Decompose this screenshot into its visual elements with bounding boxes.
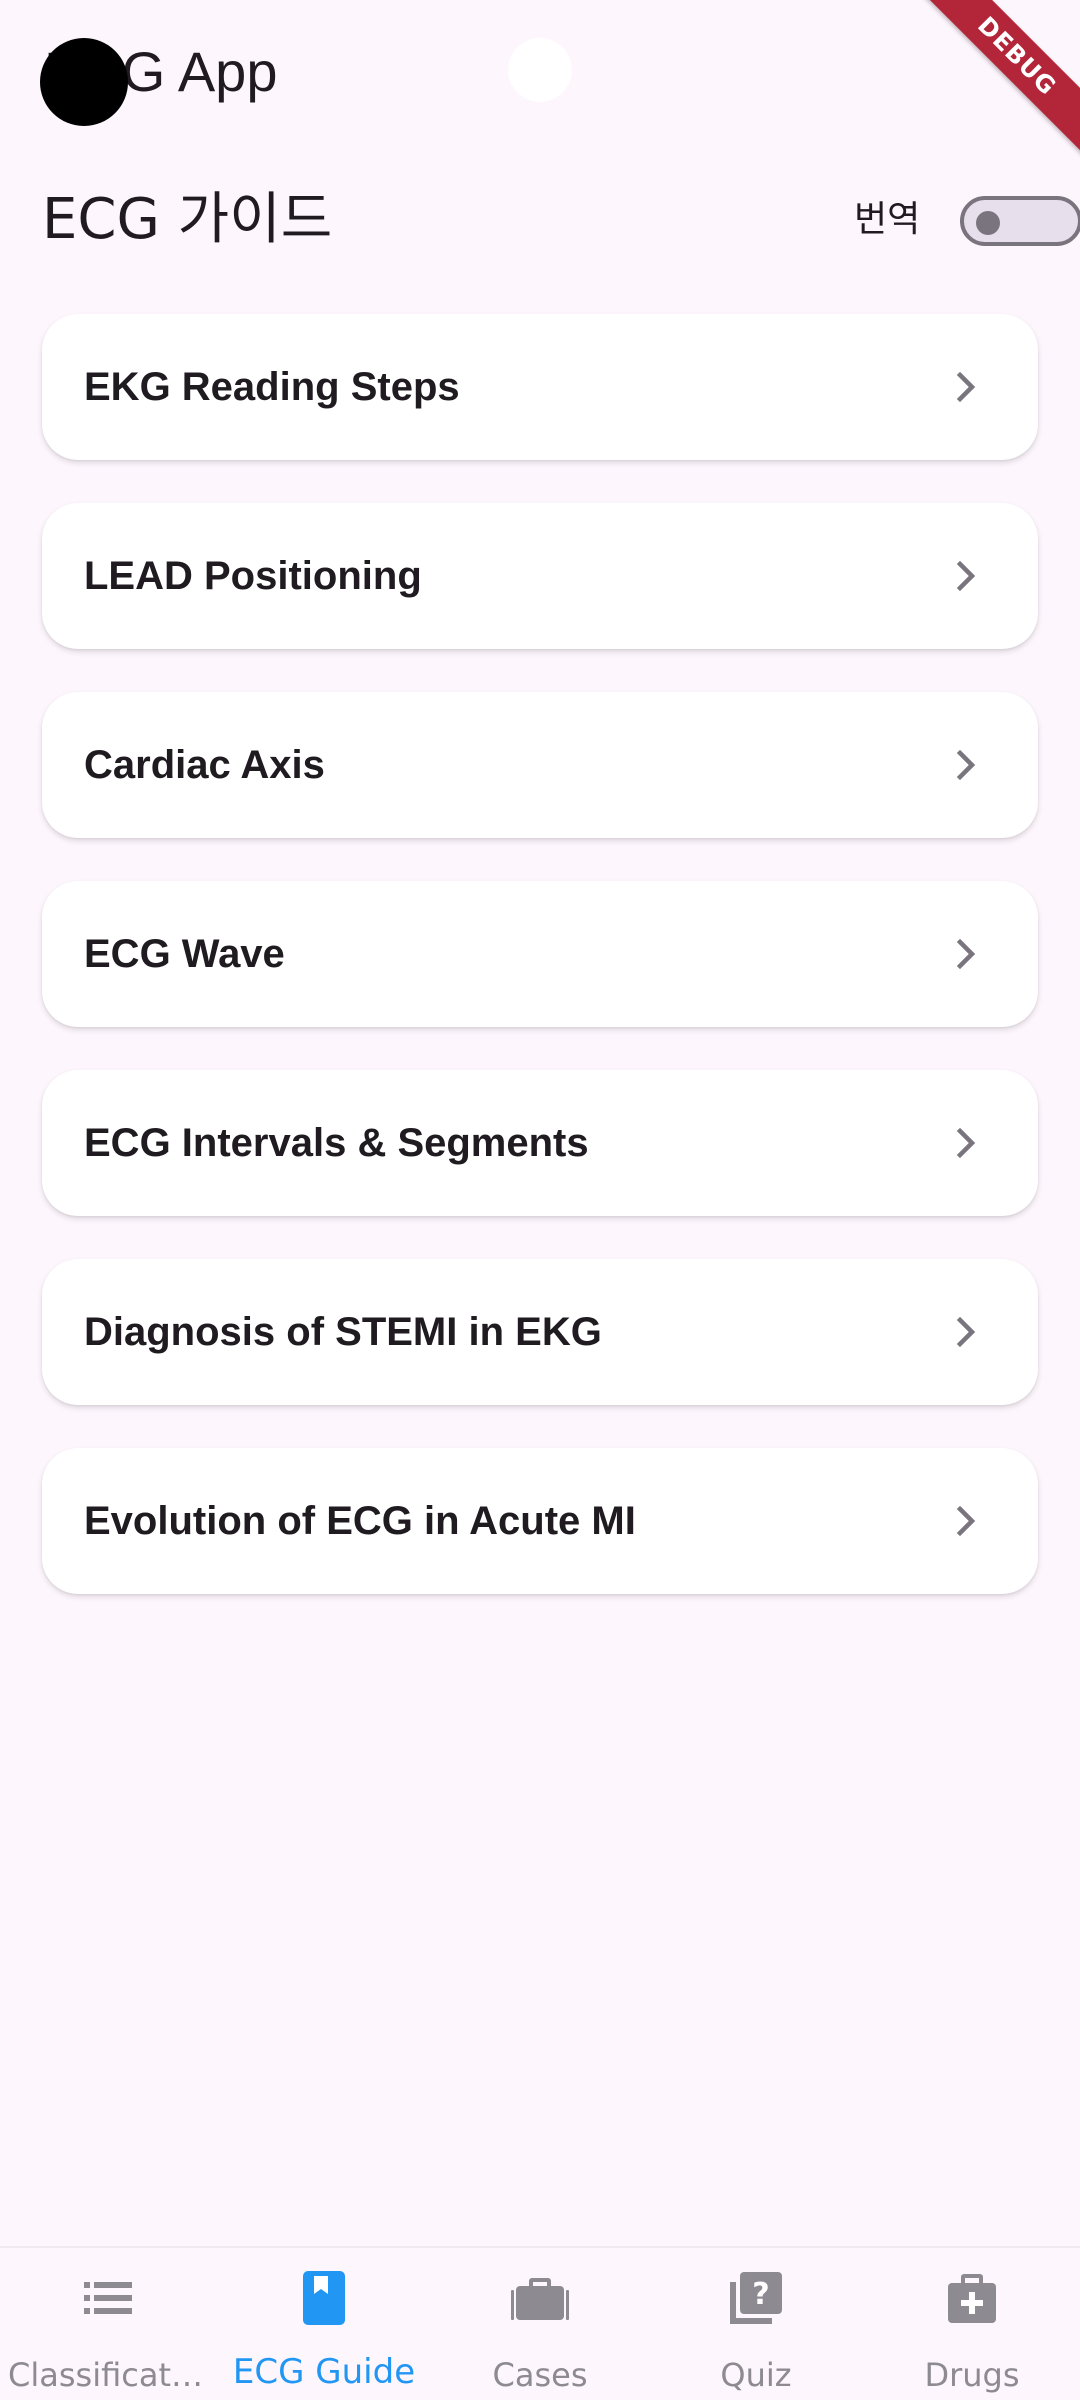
nav-label: ECG Guide: [232, 2352, 416, 2392]
guide-list: EKG Reading Steps LEAD Positioning Cardi…: [42, 314, 1038, 1637]
nav-item-cases[interactable]: Cases: [432, 2248, 648, 2400]
screen: ECG App DEBUG ECG 가이드 번역 EKG Reading Ste…: [0, 0, 1080, 2400]
nav-item-ecg-guide[interactable]: ECG Guide: [216, 2248, 432, 2400]
debug-banner: DEBUG: [913, 0, 1080, 160]
translate-toggle[interactable]: [960, 196, 1080, 246]
nav-item-classification[interactable]: Classification: [0, 2248, 216, 2400]
guide-item-label: ECG Wave: [84, 931, 285, 976]
guide-item-ecg-intervals-segments[interactable]: ECG Intervals & Segments: [42, 1070, 1038, 1216]
guide-item-ekg-reading-steps[interactable]: EKG Reading Steps: [42, 314, 1038, 460]
translate-label: 번역: [854, 199, 921, 240]
guide-item-diagnosis-stemi[interactable]: Diagnosis of STEMI in EKG: [42, 1259, 1038, 1405]
nav-label: Drugs: [924, 2356, 1020, 2394]
nav-item-drugs[interactable]: Drugs: [864, 2248, 1080, 2400]
guide-item-evolution-acute-mi[interactable]: Evolution of ECG in Acute MI: [42, 1448, 1038, 1594]
guide-item-label: Diagnosis of STEMI in EKG: [84, 1309, 602, 1354]
chevron-right-icon: [956, 1505, 976, 1537]
chevron-right-icon: [956, 1316, 976, 1348]
bottom-nav: Classification ECG Guide Cases ? Quiz Dr…: [0, 2246, 1080, 2400]
nav-item-quiz[interactable]: ? Quiz: [648, 2248, 864, 2400]
list-icon: [84, 2282, 132, 2314]
chevron-right-icon: [956, 749, 976, 781]
toggle-knob: [976, 211, 1000, 235]
chevron-right-icon: [956, 938, 976, 970]
guide-item-label: ECG Intervals & Segments: [84, 1120, 589, 1165]
guide-item-label: LEAD Positioning: [84, 553, 422, 598]
app-bar: ECG App DEBUG: [0, 0, 1080, 160]
chevron-right-icon: [956, 1127, 976, 1159]
svg-text:?: ?: [752, 2277, 769, 2312]
avatar[interactable]: [40, 38, 128, 126]
chevron-right-icon: [956, 371, 976, 403]
nav-label: Cases: [492, 2356, 588, 2394]
guide-item-lead-positioning[interactable]: LEAD Positioning: [42, 503, 1038, 649]
guide-item-label: Evolution of ECG in Acute MI: [84, 1498, 636, 1543]
guide-item-cardiac-axis[interactable]: Cardiac Axis: [42, 692, 1038, 838]
nav-label: Quiz: [720, 2356, 792, 2394]
medical-kit-icon: [948, 2274, 996, 2323]
briefcase-icon: [511, 2278, 569, 2320]
chevron-right-icon: [956, 560, 976, 592]
nav-label: Classification: [8, 2356, 208, 2394]
guide-item-label: EKG Reading Steps: [84, 364, 460, 409]
guide-item-label: Cardiac Axis: [84, 742, 325, 787]
bookmark-book-icon: [303, 2271, 345, 2325]
page-title: ECG 가이드: [42, 187, 333, 252]
quiz-question-icon: ?: [730, 2272, 782, 2324]
guide-item-ecg-wave[interactable]: ECG Wave: [42, 881, 1038, 1027]
camera-cutout: [508, 38, 572, 102]
